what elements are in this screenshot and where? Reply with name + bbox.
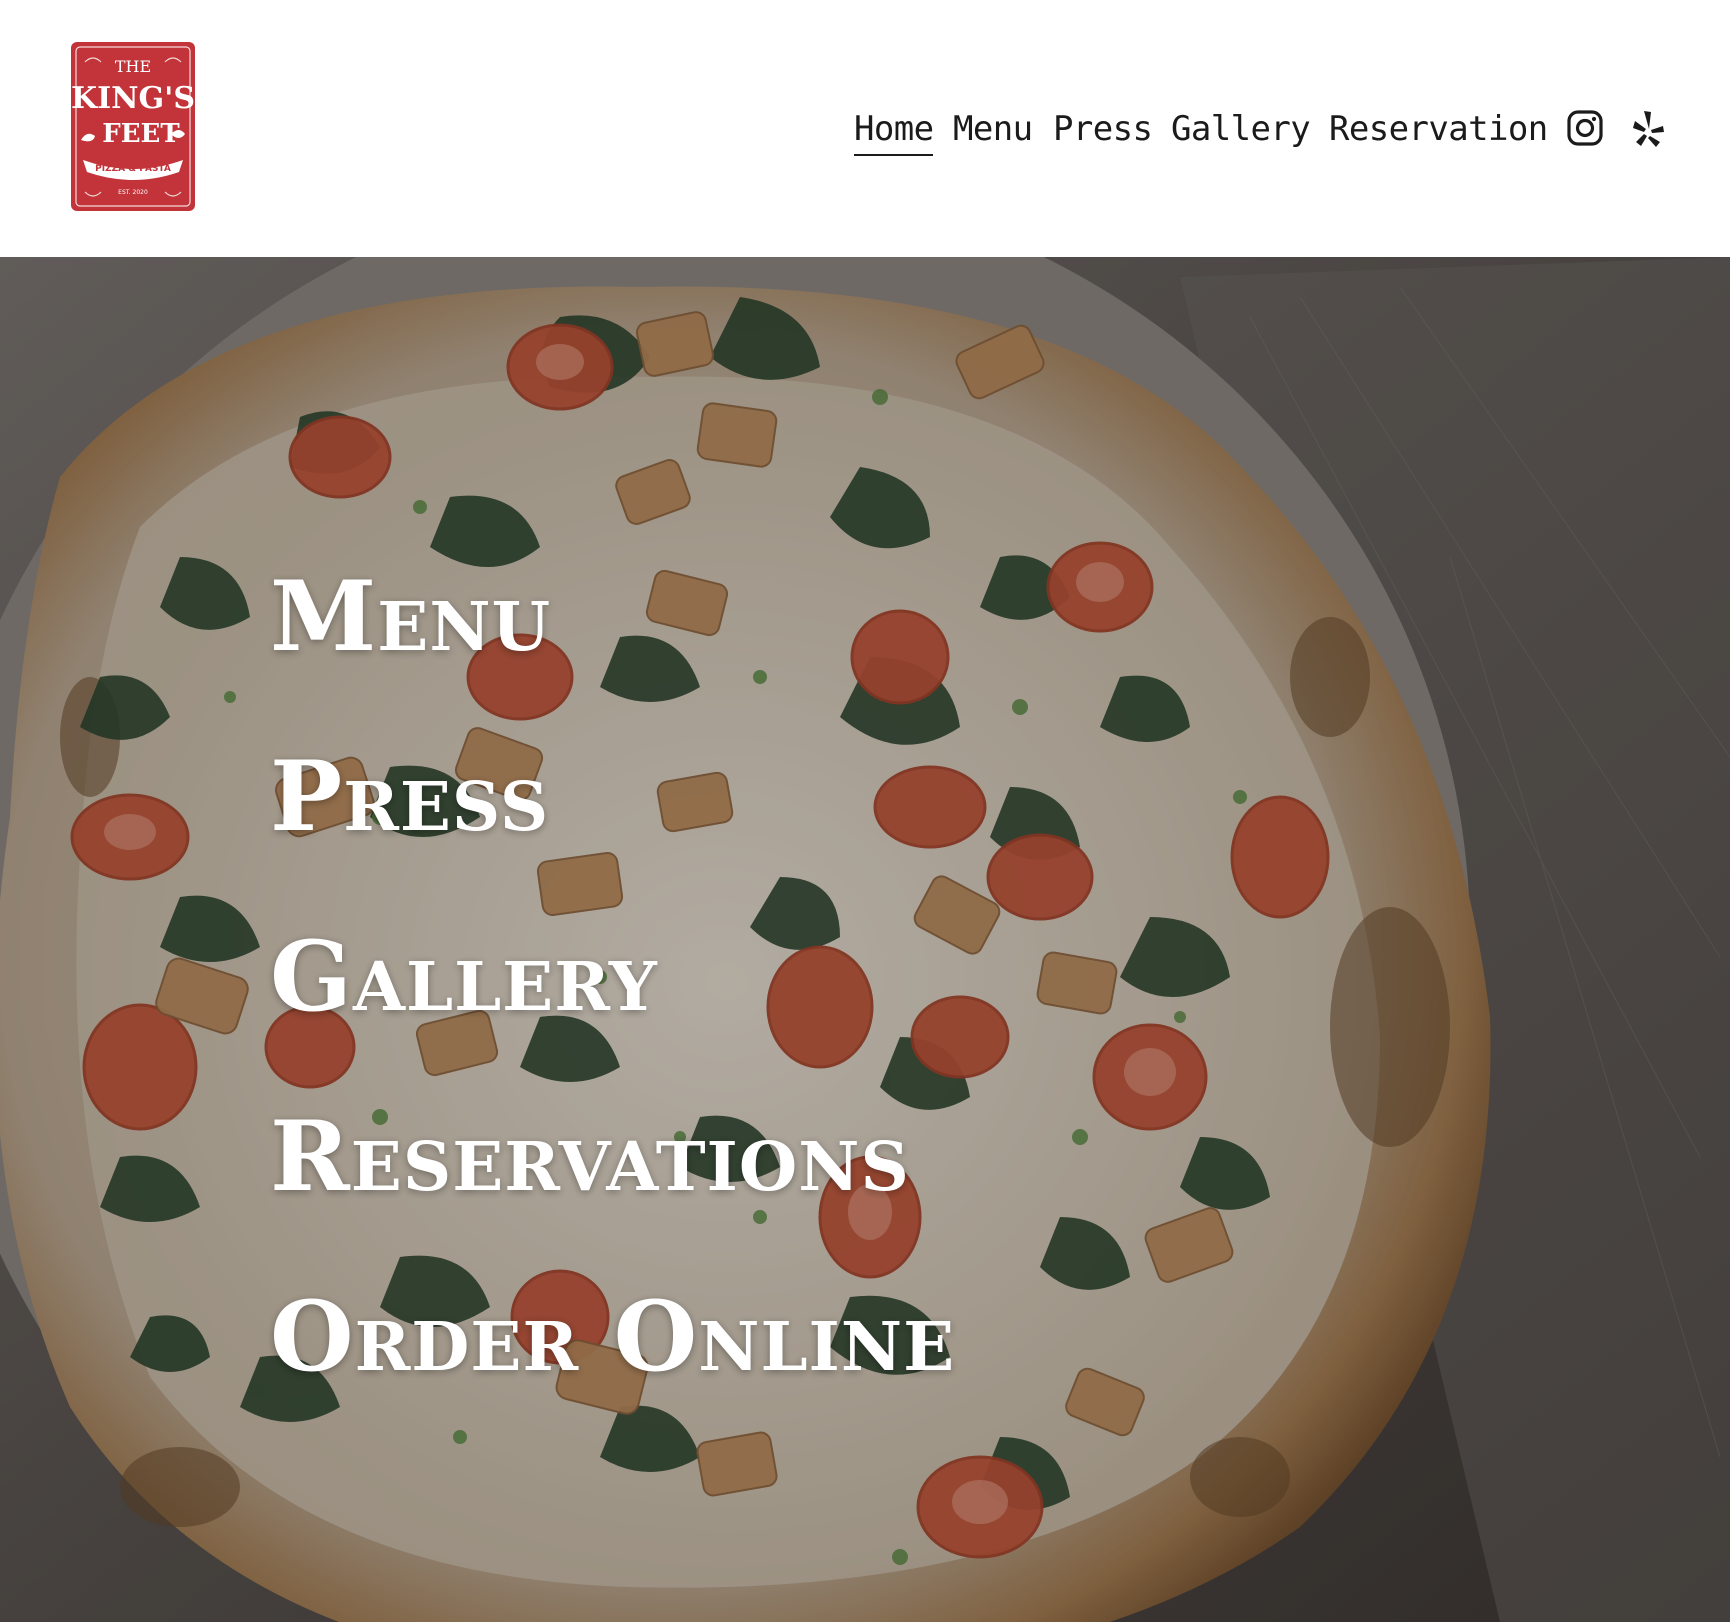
hero-link-press[interactable]: Press [270,707,955,887]
hero-link-menu[interactable]: Menu [270,527,955,707]
nav-home[interactable]: Home [854,104,934,156]
nav-menu[interactable]: Menu [953,104,1033,154]
main-nav: Home Menu Press Gallery Reservation [0,104,1730,156]
site-header: THE KING'S FEET PIZZA & PASTA EST. 2020 … [0,0,1730,257]
hero-link-reservations[interactable]: Reservations [270,1067,955,1247]
yelp-icon[interactable] [1627,108,1667,148]
nav-reservation[interactable]: Reservation [1329,104,1548,154]
nav-press[interactable]: Press [1053,104,1153,154]
logo-est: EST. 2020 [118,189,148,196]
hero-section: Menu Press Gallery Reservations Order On… [0,257,1730,1622]
logo-ribbon: PIZZA & PASTA [95,164,171,174]
logo-text-the: THE [115,57,151,76]
instagram-icon[interactable] [1565,108,1605,148]
hero-link-list: Menu Press Gallery Reservations Order On… [270,527,955,1427]
nav-gallery[interactable]: Gallery [1171,104,1311,154]
hero-link-gallery[interactable]: Gallery [270,887,955,1067]
hero-link-order-online[interactable]: Order Online [270,1247,955,1427]
